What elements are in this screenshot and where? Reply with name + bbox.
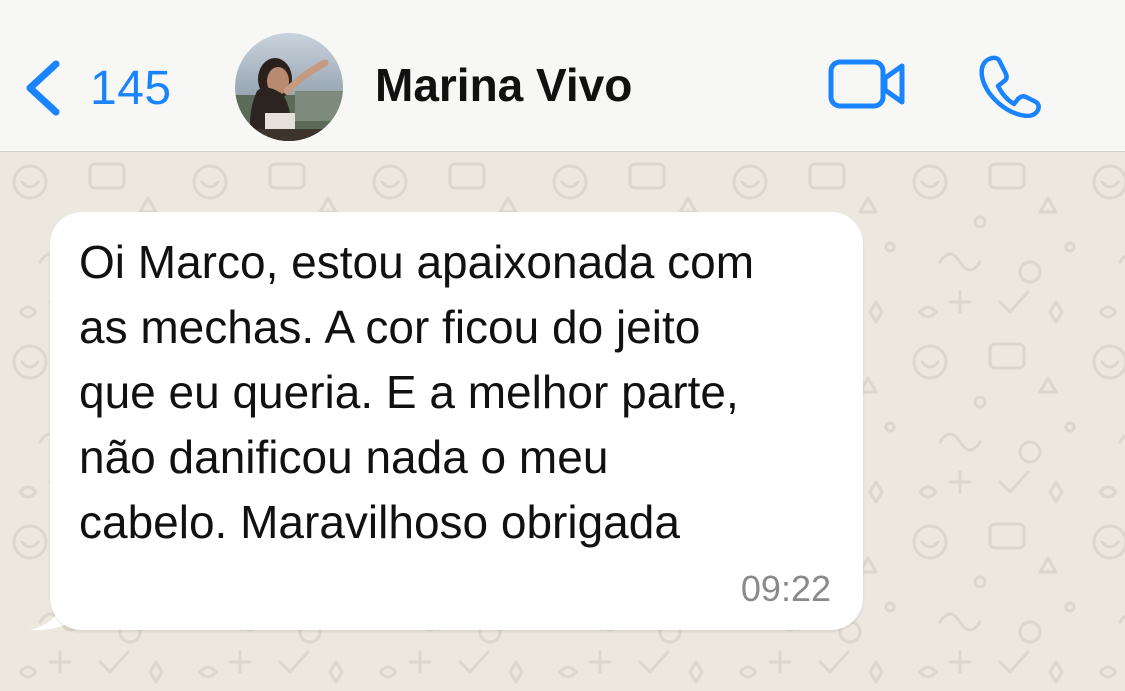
message-line: as mechas. A cor ficou do jeito (79, 301, 701, 353)
chevron-left-icon (26, 60, 60, 116)
chat-header: 145 Marina Vivo (0, 0, 1125, 152)
message-line: que eu queria. E a melhor parte, (79, 366, 739, 418)
video-camera-icon[interactable] (828, 56, 908, 112)
back-button[interactable]: 145 (22, 48, 172, 128)
chat-area[interactable]: Oi Marco, estou apaixonada com as mechas… (0, 152, 1125, 691)
message-line: não danificou nada o meu (79, 431, 609, 483)
unread-count: 145 (90, 61, 172, 115)
contact-name[interactable]: Marina Vivo (375, 58, 632, 112)
message-line: cabelo. Maravilhoso obrigada (79, 496, 680, 548)
avatar-photo (235, 33, 343, 141)
message-text: Oi Marco, estou apaixonada com as mechas… (79, 230, 849, 555)
message-timestamp: 09:22 (740, 568, 831, 609)
avatar[interactable] (235, 33, 343, 141)
message-bubble[interactable]: Oi Marco, estou apaixonada com as mechas… (50, 212, 863, 630)
phone-icon[interactable] (978, 54, 1042, 118)
message-line: Oi Marco, estou apaixonada com (79, 236, 755, 288)
